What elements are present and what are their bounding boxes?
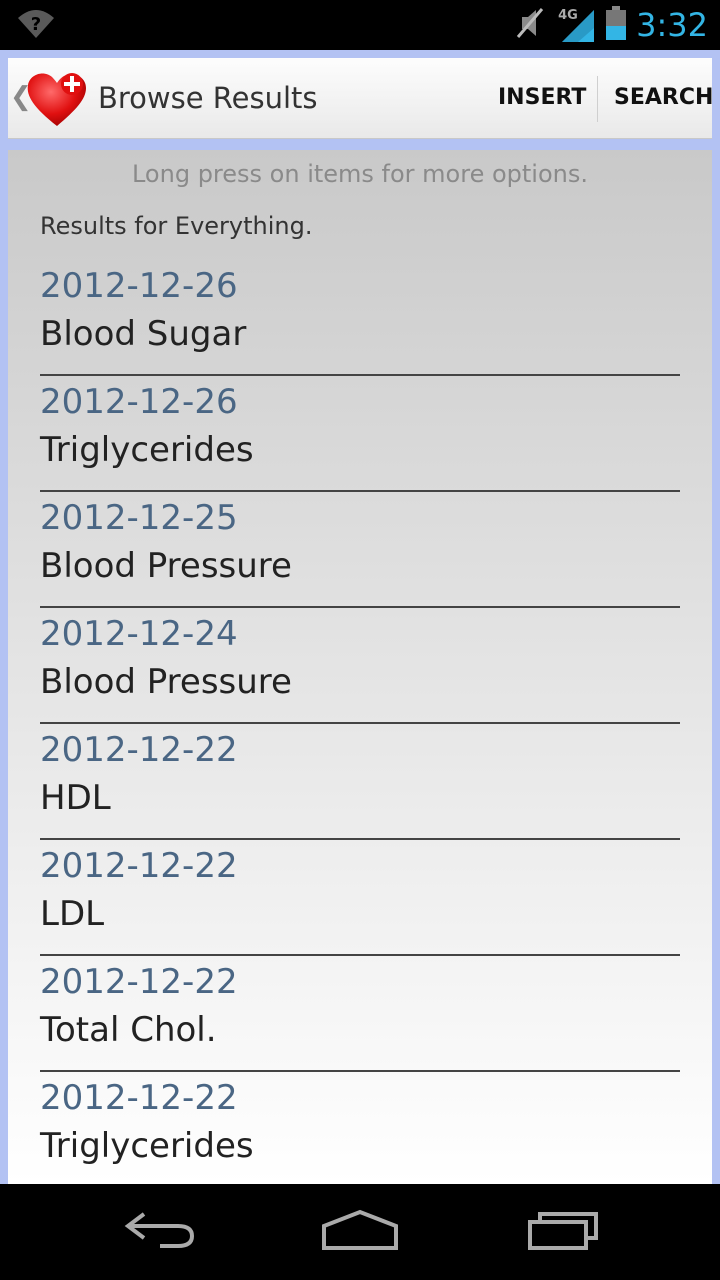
search-button[interactable]: SEARCH xyxy=(614,58,713,138)
item-date: 2012-12-22 xyxy=(40,962,238,1002)
hint-text: Long press on items for more options. xyxy=(131,160,588,188)
item-name: Triglycerides xyxy=(40,430,254,470)
signal-icon: 4G xyxy=(558,8,595,42)
action-divider xyxy=(597,76,598,122)
list-item[interactable]: 2012-12-26 Triglycerides xyxy=(40,376,680,492)
list-item[interactable]: 2012-12-22 Triglycerides xyxy=(40,1072,680,1184)
item-date: 2012-12-25 xyxy=(40,498,238,538)
insert-button[interactable]: INSERT xyxy=(498,58,586,138)
results-content[interactable]: Long press on items for more options. Re… xyxy=(8,150,712,1184)
wifi-unknown-icon: ? xyxy=(16,8,56,44)
home-icon[interactable] xyxy=(320,1208,400,1256)
results-list[interactable]: 2012-12-26 Blood Sugar 2012-12-26 Trigly… xyxy=(40,260,680,1184)
item-date: 2012-12-24 xyxy=(40,614,238,654)
item-date: 2012-12-26 xyxy=(40,382,238,422)
item-name: Blood Pressure xyxy=(40,546,292,586)
battery-icon xyxy=(606,6,627,44)
item-name: Blood Pressure xyxy=(40,662,292,702)
list-item[interactable]: 2012-12-24 Blood Pressure xyxy=(40,608,680,724)
item-name: Total Chol. xyxy=(40,1010,217,1050)
item-date: 2012-12-22 xyxy=(40,730,238,770)
list-item[interactable]: 2012-12-22 Total Chol. xyxy=(40,956,680,1072)
item-name: HDL xyxy=(40,778,111,818)
item-name: LDL xyxy=(40,894,105,934)
status-bar: ? 4G 3:32 xyxy=(0,0,720,50)
action-bar: ❮ Browse Results INSERT SEARCH xyxy=(8,58,713,139)
back-icon[interactable] xyxy=(120,1208,200,1256)
navigation-bar xyxy=(0,1184,720,1280)
item-name: Blood Sugar xyxy=(40,314,247,354)
recent-apps-icon[interactable] xyxy=(524,1208,604,1256)
results-scope: Results for Everything. xyxy=(40,212,313,240)
item-date: 2012-12-22 xyxy=(40,1078,238,1118)
list-item[interactable]: 2012-12-25 Blood Pressure xyxy=(40,492,680,608)
mute-icon xyxy=(516,7,544,43)
list-item[interactable]: 2012-12-22 LDL xyxy=(40,840,680,956)
clock: 3:32 xyxy=(636,6,708,44)
heart-plus-icon[interactable] xyxy=(24,68,90,128)
app-frame: ❮ Browse Results INSERT SEARCH Long pres… xyxy=(0,50,720,1184)
item-date: 2012-12-26 xyxy=(40,266,238,306)
item-date: 2012-12-22 xyxy=(40,846,238,886)
list-item[interactable]: 2012-12-26 Blood Sugar xyxy=(40,260,680,376)
item-name: Triglycerides xyxy=(40,1126,254,1166)
page-title: Browse Results xyxy=(98,81,318,115)
list-item[interactable]: 2012-12-22 HDL xyxy=(40,724,680,840)
svg-text:?: ? xyxy=(31,14,41,35)
